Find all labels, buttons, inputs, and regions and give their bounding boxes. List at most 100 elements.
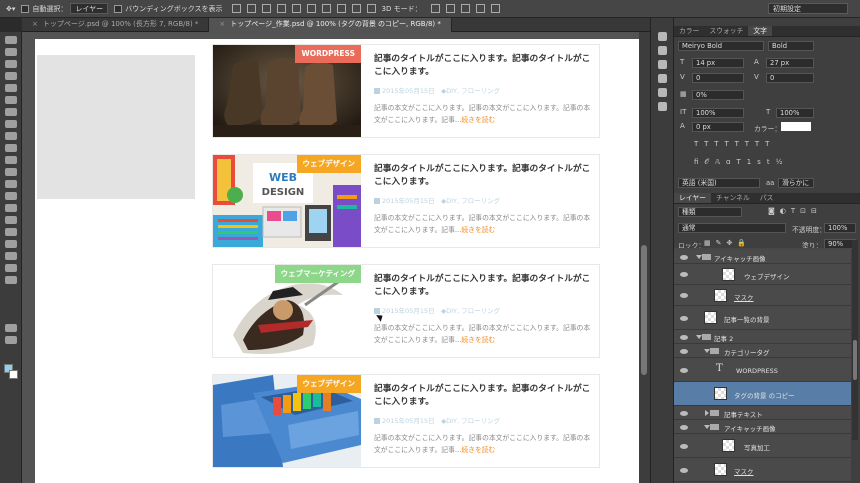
layers-scroll-thumb[interactable]	[853, 340, 857, 380]
eraser-tool-icon[interactable]	[5, 156, 17, 164]
visibility-eye-icon[interactable]	[680, 335, 688, 340]
opentype-buttons[interactable]: ﬁ𝒪𝔸ɑT1st½	[694, 158, 788, 167]
font-style-select[interactable]: Bold	[768, 41, 814, 51]
clone-stamp-tool-icon[interactable]	[5, 132, 17, 140]
bounding-box-checkbox[interactable]	[114, 4, 123, 13]
font-family-select[interactable]: Meiryo Bold	[678, 41, 764, 51]
distribute-bottom-icon[interactable]	[351, 4, 361, 13]
canvas-area[interactable]: WORDPRESS 記事のタイトルがここに入ります。記事のタイトルがここに入りま…	[22, 32, 650, 483]
article-card[interactable]: WEB DESIGN ウェブデザイン 記事のタイトルがここに入ります。記事のタイ…	[212, 154, 600, 248]
tab-channels[interactable]: チャンネル	[711, 193, 755, 203]
article-tags[interactable]: DIY, フローリング	[446, 197, 500, 205]
vertical-scale-field[interactable]: 100%	[692, 108, 744, 118]
document-canvas[interactable]: WORDPRESS 記事のタイトルがここに入ります。記事のタイトルがここに入りま…	[35, 39, 641, 483]
history-brush-tool-icon[interactable]	[5, 144, 17, 152]
adjustments-panel-icon[interactable]	[658, 60, 667, 69]
blur-tool-icon[interactable]	[5, 180, 17, 188]
canvas-scroll-thumb[interactable]	[641, 245, 647, 375]
eyedropper-tool-icon[interactable]	[5, 96, 17, 104]
dodge-tool-icon[interactable]	[5, 192, 17, 200]
visibility-eye-icon[interactable]	[680, 316, 688, 321]
marquee-tool-icon[interactable]	[5, 48, 17, 56]
read-more-link[interactable]: 続きを読む	[461, 336, 495, 344]
move-tool-icon[interactable]: ✥▾	[6, 5, 15, 13]
font-size-field[interactable]: 14 px	[692, 58, 744, 68]
layer-filter-select[interactable]: 種類	[678, 207, 742, 217]
history-panel-icon[interactable]	[658, 32, 667, 41]
article-tags[interactable]: DIY, フローリング	[446, 417, 500, 425]
shape-tool-icon[interactable]	[5, 240, 17, 248]
article-title[interactable]: 記事のタイトルがここに入ります。記事のタイトルがここに入ります。	[374, 53, 592, 79]
screen-mode-icon[interactable]	[5, 336, 17, 344]
doc-tab-2[interactable]: × トップページ_作業.psd @ 100% (タグの背景 のコピー, RGB/8…	[209, 18, 452, 32]
more-tools-icon[interactable]	[5, 276, 17, 284]
visibility-eye-icon[interactable]	[680, 272, 688, 277]
slide-3d-icon[interactable]	[475, 4, 485, 13]
tab-swatches[interactable]: スウォッチ	[704, 26, 748, 36]
brush-panel-icon[interactable]	[658, 74, 667, 83]
language-select[interactable]: 英語 (米国)	[678, 178, 760, 188]
path-select-tool-icon[interactable]	[5, 228, 17, 236]
read-more-link[interactable]: 続きを読む	[461, 226, 495, 234]
visibility-eye-icon[interactable]	[680, 425, 688, 430]
text-color-swatch[interactable]	[781, 122, 811, 131]
quick-select-tool-icon[interactable]	[5, 72, 17, 80]
article-tags[interactable]: DIY, フローリング	[446, 307, 500, 315]
roll-3d-icon[interactable]	[445, 4, 455, 13]
layer-row[interactable]: マスク	[674, 458, 851, 482]
workspace-select[interactable]: 初期設定	[768, 3, 848, 14]
article-title[interactable]: 記事のタイトルがここに入ります。記事のタイトルがここに入ります。	[374, 273, 592, 299]
move-tool-icon[interactable]	[5, 36, 17, 44]
text-style-buttons[interactable]: TTTTTTTT	[694, 140, 775, 148]
tab-layers[interactable]: レイヤー	[674, 193, 711, 203]
drag-3d-icon[interactable]	[460, 4, 470, 13]
read-more-link[interactable]: 続きを読む	[461, 116, 495, 124]
article-card[interactable]: ウェブデザイン 記事のタイトルがここに入ります。記事のタイトルがここに入ります。…	[212, 374, 600, 468]
opacity-field[interactable]: 100%	[824, 223, 856, 233]
visibility-eye-icon[interactable]	[680, 444, 688, 449]
tab-character[interactable]: 文字	[748, 26, 772, 36]
quick-mask-icon[interactable]	[5, 324, 17, 332]
expand-arrow-icon[interactable]	[705, 410, 709, 416]
pen-tool-icon[interactable]	[5, 204, 17, 212]
blend-mode-select[interactable]: 通常	[678, 223, 786, 233]
layer-row[interactable]: カテゴリータグ	[674, 344, 851, 358]
align-right-icon[interactable]	[306, 4, 316, 13]
align-bottom-icon[interactable]	[261, 4, 271, 13]
auto-select-checkbox[interactable]	[21, 4, 30, 13]
article-card[interactable]: ウェブマーケティング 記事のタイトルがここに入ります。記事のタイトルがここに入り…	[212, 264, 600, 358]
background-color-swatch[interactable]	[9, 370, 18, 379]
visibility-eye-icon[interactable]	[680, 349, 688, 354]
baseline-shift-field[interactable]: 0 px	[692, 122, 744, 132]
visibility-eye-icon[interactable]	[680, 468, 688, 473]
layer-row[interactable]: アイキャッチ画像	[674, 420, 851, 434]
bounding-box-option[interactable]: バウンディングボックスを表示	[114, 4, 223, 14]
crop-tool-icon[interactable]	[5, 84, 17, 92]
close-icon[interactable]: ×	[219, 20, 225, 28]
distribute-left-icon[interactable]	[366, 4, 376, 13]
close-icon[interactable]: ×	[32, 20, 38, 28]
auto-select-dropdown[interactable]: レイヤー	[70, 3, 109, 14]
distribute-top-icon[interactable]	[321, 4, 331, 13]
tsume-field[interactable]: 0%	[692, 90, 744, 100]
distribute-middle-icon[interactable]	[336, 4, 346, 13]
leading-field[interactable]: 27 px	[766, 58, 814, 68]
actions-panel-icon[interactable]	[658, 88, 667, 97]
tab-paths[interactable]: パス	[755, 193, 779, 203]
visibility-eye-icon[interactable]	[680, 293, 688, 298]
layer-row[interactable]: ウェブデザイン	[674, 264, 851, 285]
brush-tool-icon[interactable]	[5, 120, 17, 128]
read-more-link[interactable]: 続きを読む	[461, 446, 495, 454]
type-tool-icon[interactable]	[5, 216, 17, 224]
layer-row[interactable]: 記事テキスト	[674, 406, 851, 420]
article-title[interactable]: 記事のタイトルがここに入ります。記事のタイトルがここに入ります。	[374, 163, 592, 189]
align-left-icon[interactable]	[276, 4, 286, 13]
layer-row[interactable]: 記事 2	[674, 330, 851, 344]
lasso-tool-icon[interactable]	[5, 60, 17, 68]
hand-tool-icon[interactable]	[5, 252, 17, 260]
layer-row[interactable]: マスク	[674, 285, 851, 306]
properties-panel-icon[interactable]	[658, 46, 667, 55]
tab-color[interactable]: カラー	[674, 26, 704, 36]
rotate-3d-icon[interactable]	[430, 4, 440, 13]
article-card[interactable]: WORDPRESS 記事のタイトルがここに入ります。記事のタイトルがここに入りま…	[212, 44, 600, 138]
